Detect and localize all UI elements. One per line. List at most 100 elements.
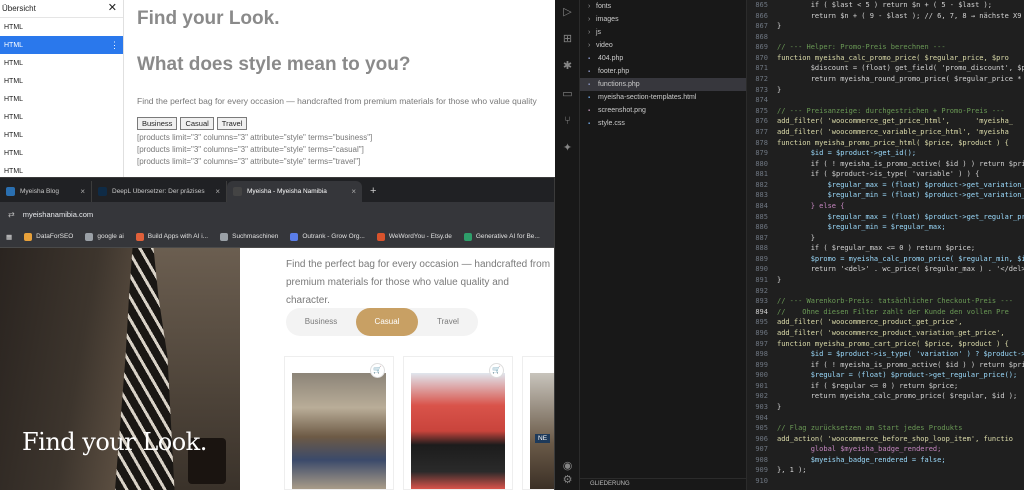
add-to-cart-icon[interactable]: 🛒 [489, 363, 504, 378]
code-line[interactable]: 902 return myeisha_calc_promo_price( $re… [747, 391, 1024, 402]
explorer-file[interactable]: ▪ functions.php [580, 78, 746, 91]
editor-button-travel[interactable]: Travel [216, 117, 248, 130]
outline-item[interactable]: HTML [0, 18, 123, 36]
code-line[interactable]: 891} [747, 275, 1024, 286]
ai-sparkle-icon[interactable]: ✦ [561, 142, 574, 155]
explorer-folder[interactable]: › fonts [580, 0, 746, 13]
explorer-folder[interactable]: › images [580, 13, 746, 26]
outline-section-header[interactable]: GLIEDERUNG [580, 478, 746, 490]
code-line[interactable]: 875 // --- Preisanzeige: durchgestrichen … [747, 106, 1024, 117]
bookmark-item[interactable]: google ai [85, 232, 124, 241]
product-card[interactable] [522, 356, 554, 490]
code-line[interactable]: 910 [747, 476, 1024, 487]
explorer-folder[interactable]: › video [580, 39, 746, 52]
code-line[interactable]: 881 if ( $product->is_type( 'variable' )… [747, 169, 1024, 180]
product-card[interactable]: 🛒 [284, 356, 394, 490]
editor-paragraph[interactable]: Find the perfect bag for every occasion … [137, 96, 543, 106]
code-editor[interactable]: 865 if ( $last < 5 ) return $n + ( 5 - $… [747, 0, 1024, 490]
outline-item[interactable]: HTML [0, 126, 123, 144]
url-text[interactable]: myeishanamibia.com [23, 210, 93, 219]
code-line[interactable]: 890 return '<del>' . wc_price( $regular_… [747, 264, 1024, 275]
code-line[interactable]: 907 global $myeisha_badge_rendered; [747, 444, 1024, 455]
code-line[interactable]: 887 } [747, 233, 1024, 244]
shortcode-travel[interactable]: [products limit="3" columns="3" attribut… [137, 157, 543, 166]
explorer-file[interactable]: ▪ screenshot.png [580, 104, 746, 117]
code-line[interactable]: 877 add_filter( 'woocommerce_variable_pri… [747, 127, 1024, 138]
code-line[interactable]: 867} [747, 21, 1024, 32]
code-line[interactable]: 883 $regular_min = (float) $product->get… [747, 190, 1024, 201]
code-line[interactable]: 866 return $n + ( 9 - $last ); // 6, 7, … [747, 11, 1024, 22]
product-image-street[interactable] [530, 373, 554, 489]
code-line[interactable]: 898 $id = $product->is_type( 'variation'… [747, 349, 1024, 360]
new-tab-button[interactable]: + [362, 181, 384, 202]
heading-style-meaning[interactable]: What does style mean to you? [137, 54, 543, 82]
browser-tab[interactable]: DeepL Übersetzer: Der präzises × [92, 181, 227, 202]
run-debug-icon[interactable]: ▷ [561, 6, 574, 19]
outline-item[interactable]: HTML [0, 54, 123, 72]
code-line[interactable]: 869 // --- Helper: Promo-Preis berechnen … [747, 42, 1024, 53]
code-line[interactable]: 868 [747, 32, 1024, 43]
pill-casual[interactable]: Casual [356, 308, 418, 336]
heading-find-your-look[interactable]: Find your Look. [137, 8, 543, 38]
site-settings-icon[interactable]: ⇄ [8, 210, 15, 219]
product-image-black-bag[interactable] [411, 373, 505, 489]
pill-travel[interactable]: Travel [418, 308, 478, 336]
code-line[interactable]: 905 // Flag zurücksetzen am Start jedes P… [747, 423, 1024, 434]
code-line[interactable]: 889 $promo = myeisha_calc_promo_price( $… [747, 254, 1024, 265]
code-line[interactable]: 906 add_action( 'woocommerce_before_shop_… [747, 434, 1024, 445]
outline-item[interactable]: HTML [0, 108, 123, 126]
bookmark-item[interactable]: Build Apps with AI i... [135, 232, 208, 241]
code-line[interactable]: 873} [747, 85, 1024, 96]
explorer-file[interactable]: ▪ style.css [580, 117, 746, 130]
code-line[interactable]: 882 $regular_max = (float) $product->get… [747, 180, 1024, 191]
code-line[interactable]: 885 $regular_max = (float) $product->get… [747, 212, 1024, 223]
code-line[interactable]: 903} [747, 402, 1024, 413]
code-line[interactable]: 874 [747, 95, 1024, 106]
code-line[interactable]: 872 return myeisha_round_promo_price( $r… [747, 74, 1024, 85]
code-line[interactable]: 909}, 1 ); [747, 465, 1024, 476]
code-line[interactable]: 904 [747, 413, 1024, 424]
code-line[interactable]: 879 $id = $product->get_id(); [747, 148, 1024, 159]
product-card[interactable]: 🛒 [403, 356, 513, 490]
gear-icon[interactable]: ⚙ [561, 474, 574, 487]
tab-close-icon[interactable]: × [80, 187, 85, 196]
outline-item[interactable]: HTML ⋮ [0, 36, 123, 54]
code-line[interactable]: 897 function myeisha_promo_cart_price( $p… [747, 339, 1024, 350]
code-line[interactable]: 892 [747, 286, 1024, 297]
more-options-icon[interactable]: ⋮ [110, 40, 119, 51]
pill-business[interactable]: Business [286, 308, 356, 336]
extensions-icon[interactable]: ⊞ [561, 33, 574, 46]
explorer-file[interactable]: ▪ myeisha-section-templates.html [580, 91, 746, 104]
code-line[interactable]: 876 add_filter( 'woocommerce_get_price_ht… [747, 116, 1024, 127]
code-line[interactable]: 899 if ( ! myeisha_is_promo_active( $id … [747, 360, 1024, 371]
browser-tab[interactable]: Myeisha Blog × [0, 181, 92, 202]
bookmark-item[interactable]: Suchmaschinen [220, 232, 278, 241]
code-line[interactable]: 871 $discount = (float) get_field( 'prom… [747, 63, 1024, 74]
remote-explorer-icon[interactable]: ▭ [561, 88, 574, 101]
add-to-cart-icon[interactable]: 🛒 [370, 363, 385, 378]
code-line[interactable]: 888 if ( $regular_max <= 0 ) return $pri… [747, 243, 1024, 254]
close-icon[interactable]: ✕ [108, 3, 117, 14]
code-line[interactable]: 900 $regular = (float) $product->get_reg… [747, 370, 1024, 381]
code-line[interactable]: 908 $myeisha_badge_rendered = false; [747, 455, 1024, 466]
bookmark-item[interactable]: Outrank - Grow Org... [290, 232, 365, 241]
code-line[interactable]: 865 if ( $last < 5 ) return $n + ( 5 - $… [747, 0, 1024, 11]
code-line[interactable]: 880 if ( ! myeisha_is_promo_active( $id … [747, 159, 1024, 170]
code-line[interactable]: 886 $regular_min = $regular_max; [747, 222, 1024, 233]
shortcode-business[interactable]: [products limit="3" columns="3" attribut… [137, 133, 543, 142]
editor-button-business[interactable]: Business [137, 117, 178, 130]
product-image-tote[interactable] [292, 373, 386, 489]
explorer-file[interactable]: ▪ footer.php [580, 65, 746, 78]
settings-sync-icon[interactable]: ✱ [561, 60, 574, 73]
outline-item[interactable]: HTML [0, 72, 123, 90]
source-control-icon[interactable]: ⑂ [561, 115, 574, 128]
code-line[interactable]: 895 add_filter( 'woocommerce_product_get_… [747, 317, 1024, 328]
shortcode-casual[interactable]: [products limit="3" columns="3" attribut… [137, 145, 543, 154]
code-line[interactable]: 870 function myeisha_calc_promo_price( $r… [747, 53, 1024, 64]
outline-item[interactable]: HTML [0, 90, 123, 108]
code-line[interactable]: 893 // --- Warenkorb-Preis: tatsächlicher… [747, 296, 1024, 307]
editor-canvas[interactable]: Find your Look. What does style mean to … [125, 0, 555, 180]
code-line[interactable]: 901 if ( $regular <= 0 ) return $price; [747, 381, 1024, 392]
bookmark-item[interactable]: WeWordYou - Etsy.de [376, 232, 452, 241]
tab-close-icon[interactable]: × [215, 187, 220, 196]
